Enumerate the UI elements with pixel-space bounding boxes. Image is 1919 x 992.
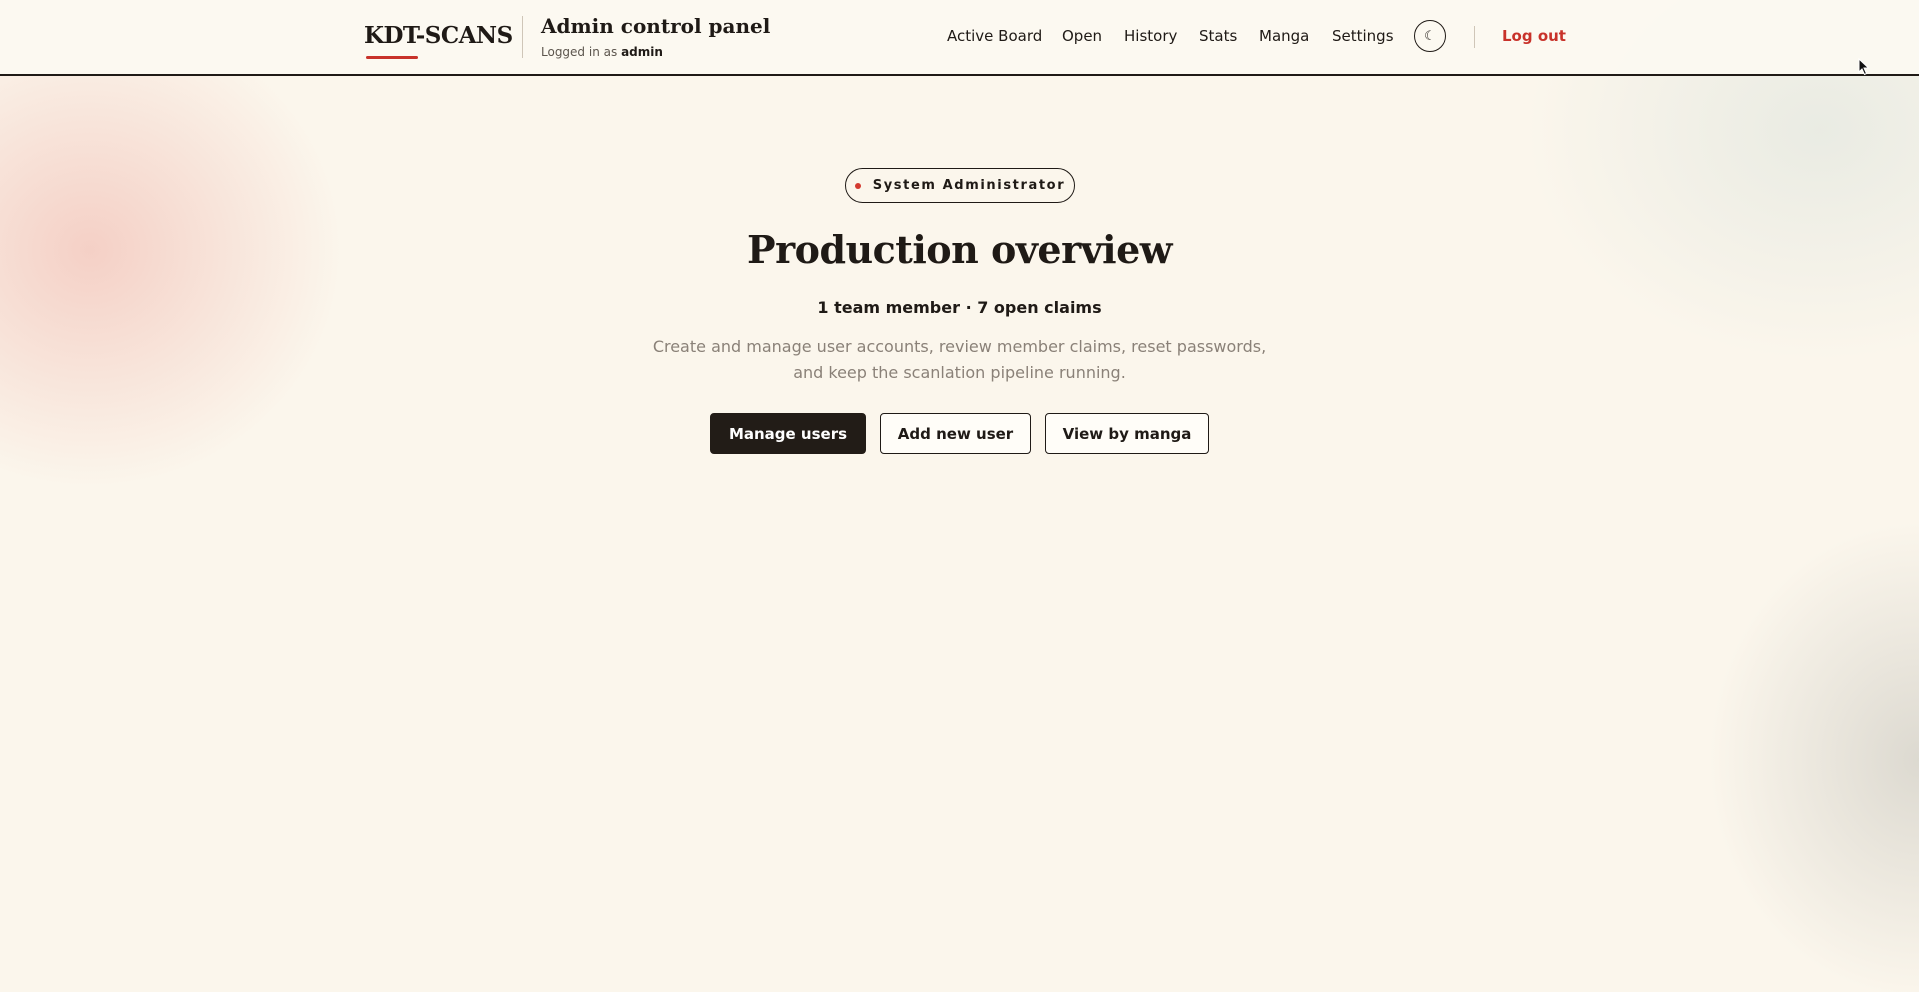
team-stats: 1 team member · 7 open claims bbox=[817, 298, 1102, 317]
logged-in-label: Logged in as bbox=[541, 45, 618, 59]
manage-users-button[interactable]: Manage users bbox=[710, 413, 866, 454]
moon-icon: ☾ bbox=[1424, 28, 1436, 44]
nav-manga[interactable]: Manga bbox=[1259, 27, 1309, 45]
mouse-pointer-icon bbox=[1858, 57, 1870, 80]
add-new-user-button[interactable]: Add new user bbox=[880, 413, 1031, 454]
role-badge-label: System Administrator bbox=[872, 178, 1066, 193]
username: admin bbox=[621, 45, 663, 59]
status-dot-icon bbox=[854, 182, 861, 189]
nav-open[interactable]: Open bbox=[1062, 27, 1102, 45]
logout-link[interactable]: Log out bbox=[1502, 27, 1566, 45]
logged-in-status: Logged in as admin bbox=[541, 45, 663, 59]
role-badge: System Administrator bbox=[845, 168, 1075, 203]
brand-underline bbox=[366, 56, 418, 59]
nav-separator bbox=[1474, 26, 1475, 48]
header-divider bbox=[522, 16, 523, 58]
nav-stats[interactable]: Stats bbox=[1199, 27, 1237, 45]
panel-title: Admin control panel bbox=[541, 14, 771, 38]
view-by-manga-button[interactable]: View by manga bbox=[1045, 413, 1209, 454]
hero-description: Create and manage user accounts, review … bbox=[652, 337, 1267, 382]
nav-settings[interactable]: Settings bbox=[1332, 27, 1394, 45]
brand-logo[interactable]: KDT-SCANS bbox=[364, 22, 513, 49]
nav-history[interactable]: History bbox=[1124, 27, 1177, 45]
page-background bbox=[0, 0, 1919, 992]
theme-toggle-button[interactable]: ☾ bbox=[1414, 20, 1446, 52]
page-title: Production overview bbox=[747, 227, 1173, 272]
nav-active-board[interactable]: Active Board bbox=[947, 27, 1042, 45]
top-header: KDT-SCANS Admin control panel Logged in … bbox=[0, 0, 1919, 76]
